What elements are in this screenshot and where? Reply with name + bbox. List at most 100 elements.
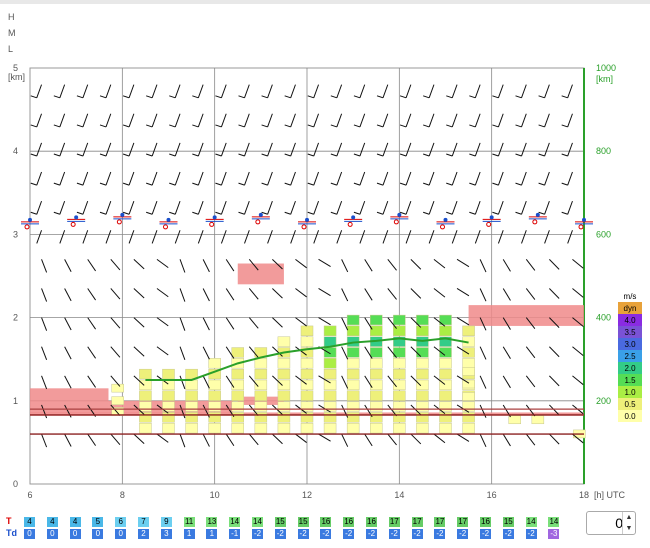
wind-barb-feather	[376, 211, 384, 215]
thermal-bar-cell	[277, 379, 291, 391]
thermal-bar-cell	[162, 412, 175, 423]
legend-label: 1.5	[624, 376, 636, 385]
wind-barb	[64, 346, 72, 360]
wind-barb-feather	[261, 124, 268, 128]
decrement-arrow-icon[interactable]: ▼	[623, 523, 635, 534]
thermal-bar-cell	[162, 390, 175, 401]
wind-barb	[364, 288, 373, 301]
wind-barb	[387, 288, 397, 300]
wind-barb	[128, 171, 135, 186]
x-axis-tick: 18	[579, 490, 589, 500]
wind-barb	[133, 258, 145, 270]
wind-barb	[59, 200, 66, 215]
right-axis-tick: 200	[596, 396, 611, 406]
wind-barb	[474, 230, 481, 244]
wind-barb	[341, 433, 349, 447]
thermal-bar-cell	[139, 412, 152, 423]
wind-barb	[456, 433, 470, 442]
wind-barb	[364, 259, 373, 272]
x-axis-tick: 8	[120, 490, 125, 500]
wind-barb	[244, 142, 250, 157]
wind-barb	[451, 142, 458, 157]
wind-barb-feather	[399, 153, 407, 157]
wind-barb	[502, 433, 511, 447]
time-offset-stepper[interactable]: 0 ▲ ▼	[586, 511, 636, 535]
wind-barb	[64, 375, 72, 389]
wind-barb	[474, 142, 481, 157]
dewpoint-cell: -2	[502, 529, 514, 539]
thermal-bar-cell	[370, 412, 383, 423]
legend: m/s dyn 4.0 3.5 3.0 2.5 2.0 1.5 1.0 0.5 0.0	[618, 292, 642, 422]
wind-barb	[156, 288, 169, 298]
wind-barb	[544, 171, 550, 186]
wind-barb	[225, 288, 235, 301]
temperature-cell: 17	[388, 517, 400, 527]
thermal-bar-cell	[208, 390, 221, 401]
dewpoint-cell: -2	[411, 529, 423, 539]
temperature-cell: 17	[457, 517, 469, 527]
wind-barb	[64, 433, 72, 447]
wind-barb	[318, 258, 331, 267]
wind-barb	[428, 200, 435, 215]
temperature-cell: 16	[320, 517, 332, 527]
wind-barb	[105, 113, 112, 128]
wind-barb	[267, 142, 273, 157]
x-axis-tick: 12	[302, 490, 312, 500]
thermal-bar-cell	[139, 401, 152, 412]
wind-barb	[59, 113, 66, 128]
wind-barb	[502, 259, 511, 272]
marker-dot	[166, 217, 171, 222]
right-axis-tick: 600	[596, 229, 611, 239]
wind-barb-feather	[215, 211, 222, 215]
wind-barb	[521, 200, 527, 215]
wind-barb-feather	[284, 153, 291, 157]
wind-barb	[410, 433, 422, 445]
wind-barb-feather	[561, 153, 568, 157]
wind-barb	[572, 288, 584, 298]
thermal-bar-cell	[185, 379, 198, 391]
wind-barb	[151, 142, 158, 157]
wind-barb	[82, 113, 89, 128]
wind-barb-feather	[146, 95, 153, 99]
wind-barb	[544, 230, 550, 244]
thermal-bar-cell	[439, 390, 452, 401]
stepper-value[interactable]: 0	[587, 512, 623, 534]
wind-barb	[110, 346, 121, 358]
wind-barb	[313, 230, 320, 244]
thermal-bar-cell	[277, 336, 291, 347]
thermal-bar-cell	[416, 401, 429, 412]
wind-barb	[502, 288, 511, 301]
thermal-bar-cell	[462, 423, 475, 434]
wind-barb-feather	[446, 211, 453, 215]
wind-barb	[202, 317, 210, 331]
thermal-bar-cell	[370, 423, 383, 434]
thermal-bar-cell	[370, 347, 383, 358]
increment-arrow-icon[interactable]: ▲	[623, 512, 635, 523]
wind-barb	[567, 142, 573, 157]
thermal-bar-cell	[185, 423, 198, 434]
marker-ring	[393, 219, 399, 225]
wind-barb	[382, 230, 389, 244]
wind-barb-feather	[53, 182, 60, 186]
wind-barb-feather	[423, 124, 430, 128]
wind-barb-feather	[215, 182, 222, 186]
wind-barb	[128, 84, 135, 98]
wind-barb-feather	[353, 182, 361, 186]
wind-barb	[87, 375, 97, 388]
wind-barb	[451, 200, 458, 215]
left-axis-tick: 3	[13, 229, 18, 239]
wind-barb-feather	[353, 153, 361, 157]
temperature-cell: 16	[480, 517, 491, 527]
wind-barb-feather	[53, 124, 60, 128]
thermal-bar-cell	[323, 347, 337, 358]
thermal-bar-cell	[231, 368, 244, 380]
wind-barb-feather	[469, 182, 476, 186]
wind-barb	[220, 142, 227, 157]
x-axis-tick: 16	[487, 490, 497, 500]
wind-barb	[549, 433, 560, 445]
dewpoint-cell: -3	[548, 529, 560, 539]
x-axis-tick: 14	[394, 490, 404, 500]
wind-barb	[456, 317, 470, 326]
thermal-bar-cell	[393, 423, 406, 434]
thermal-bar-cell	[370, 401, 383, 412]
